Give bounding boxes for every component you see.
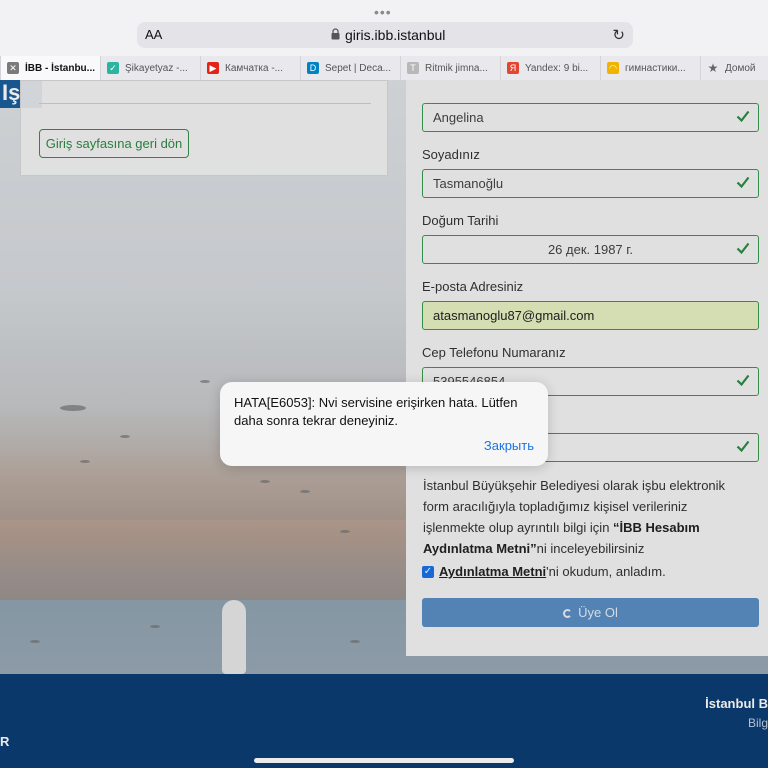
address-bar[interactable]: AA giris.ibb.istanbul ↻ <box>137 22 633 48</box>
tab-bar: ✕ İBB - İstanbu... ✓ Şikayetyaz -... ▶ Камчат… <box>0 56 768 80</box>
face-favicon-icon: ◠ <box>607 62 619 74</box>
reader-aa-button[interactable]: AA <box>145 27 162 42</box>
close-icon: ✕ <box>7 62 19 74</box>
alert-close-button[interactable]: Закрыть <box>484 438 534 453</box>
browser-chrome: ••• AA giris.ibb.istanbul ↻ ✕ İBB - İstan… <box>0 0 768 80</box>
t-favicon-icon: T <box>407 62 419 74</box>
tab-title: Şikayetyaz -... <box>125 62 188 74</box>
tab-title: İBB - İstanbu... <box>25 62 95 74</box>
tab-title: Sepet | Deca... <box>325 62 391 74</box>
error-alert-dialog: HATA[E6053]: Nvi servisine erişirken hat… <box>220 382 548 466</box>
browser-tab[interactable]: Я Yandex: 9 bi... <box>500 56 600 80</box>
tab-title: гимнастики... <box>625 62 686 74</box>
browser-tab[interactable]: ✓ Şikayetyaz -... <box>100 56 200 80</box>
browser-tab[interactable]: ◠ гимнастики... <box>600 56 700 80</box>
more-dots-icon[interactable]: ••• <box>374 4 392 20</box>
browser-tab[interactable]: T Ritmik jimna... <box>400 56 500 80</box>
tab-title: Yandex: 9 bi... <box>525 62 589 74</box>
tab-title: Камчатка -... <box>225 62 283 74</box>
youtube-icon: ▶ <box>207 62 219 74</box>
alert-message: HATA[E6053]: Nvi servisine erişirken hat… <box>234 395 518 428</box>
reload-icon[interactable]: ↻ <box>612 26 625 44</box>
url-text: giris.ibb.istanbul <box>345 27 446 43</box>
lock-icon <box>331 28 340 40</box>
browser-tab[interactable]: D Sepet | Deca... <box>300 56 400 80</box>
bird-favicon-icon: ✓ <box>107 62 119 74</box>
browser-tab[interactable]: ✕ İBB - İstanbu... <box>0 56 100 80</box>
star-icon: ★ <box>707 61 719 75</box>
browser-tab[interactable]: ★ Домой <box>700 56 768 80</box>
tab-title: Ritmik jimna... <box>425 62 488 74</box>
browser-tab[interactable]: ▶ Камчатка -... <box>200 56 300 80</box>
tab-title: Домой <box>725 62 756 74</box>
decathlon-icon: D <box>307 62 319 74</box>
yandex-icon: Я <box>507 62 519 74</box>
